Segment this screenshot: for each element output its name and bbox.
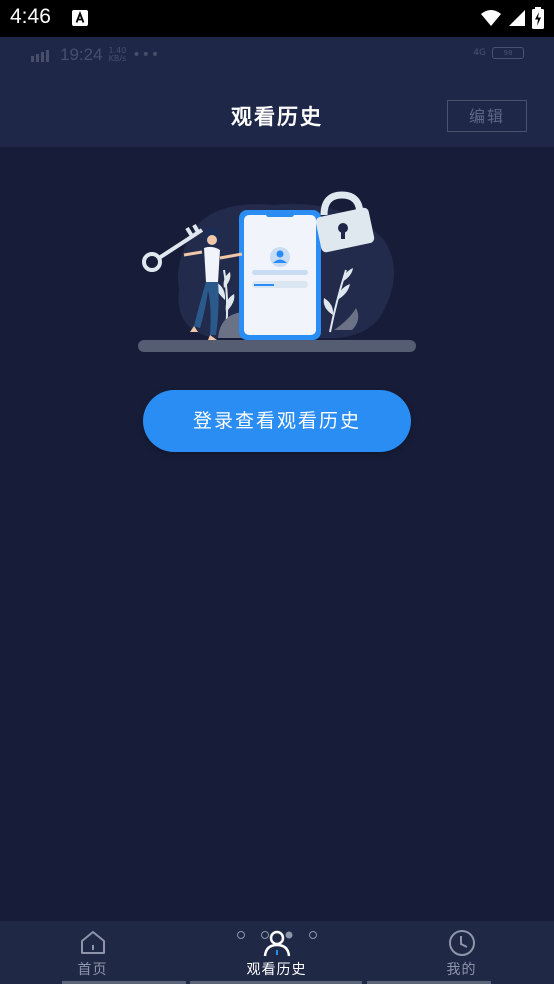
ghost-dots: ••• bbox=[132, 47, 161, 63]
login-to-view-history-button[interactable]: 登录查看观看历史 bbox=[143, 390, 411, 452]
edit-button[interactable]: 编辑 bbox=[447, 100, 527, 132]
cellular-signal-icon bbox=[509, 10, 525, 26]
status-time: 4:46 bbox=[10, 5, 51, 28]
ghost-speed: 1.40 KB/s bbox=[109, 47, 127, 63]
ghost-speed-unit: KB/s bbox=[108, 54, 127, 63]
ghost-signal-icon bbox=[31, 50, 49, 62]
ghost-network: 4G bbox=[473, 48, 486, 58]
ghost-battery-value: 98 bbox=[503, 49, 513, 57]
ground-shadow bbox=[138, 340, 416, 352]
tab-mine-label: 我的 bbox=[446, 962, 477, 978]
ghost-time: 19:24 bbox=[60, 45, 103, 64]
tab-watch-history-label: 观看历史 bbox=[246, 962, 307, 978]
ghost-battery-icon: 98 bbox=[492, 47, 524, 59]
ghost-status-overlay: 19:24 1.40 KB/s ••• bbox=[30, 45, 160, 65]
login-illustration bbox=[138, 191, 416, 352]
home-icon bbox=[80, 931, 105, 954]
battery-charging-icon bbox=[532, 7, 544, 29]
tab-mine[interactable]: 我的 bbox=[399, 921, 524, 984]
system-status-bar: 4:46 bbox=[0, 0, 554, 37]
phone-illustration bbox=[239, 210, 321, 340]
ghost-status-right: 4G 98 bbox=[473, 47, 524, 59]
wifi-icon bbox=[481, 10, 501, 26]
status-icons bbox=[480, 6, 544, 30]
tab-home[interactable]: 首页 bbox=[30, 921, 155, 984]
notification-a-icon bbox=[72, 10, 88, 26]
tab-home-label: 首页 bbox=[77, 962, 108, 978]
page-indicator-dots bbox=[237, 931, 317, 939]
app-header: 19:24 1.40 KB/s ••• 4G 98 观看历史 编辑 bbox=[0, 37, 554, 147]
clock-icon bbox=[448, 930, 475, 956]
